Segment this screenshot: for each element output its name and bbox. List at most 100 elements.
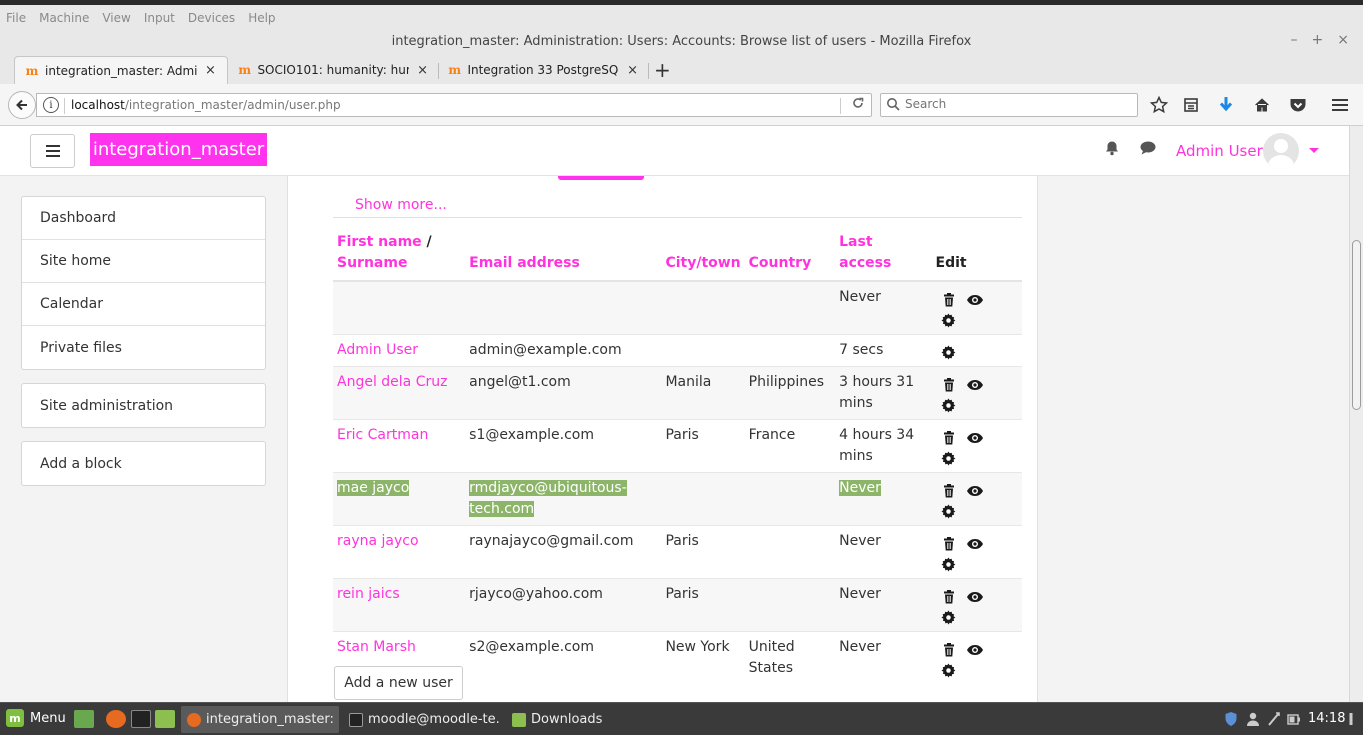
user-name-link[interactable]: Stan Marsh [337,639,416,655]
user-name-link[interactable]: Admin User [337,342,418,358]
minimize-button[interactable]: – [1291,32,1298,48]
edit-gear-icon[interactable] [936,342,962,363]
view-eye-icon[interactable] [962,289,988,310]
sidebar-item-private-files[interactable]: Private files [22,326,265,369]
vertical-scrollbar[interactable] [1349,126,1363,702]
edit-gear-icon[interactable] [936,395,962,416]
view-eye-icon[interactable] [962,533,988,554]
search-input[interactable] [905,97,1125,111]
hamburger-menu-icon[interactable] [1329,94,1351,116]
city-cell [661,334,745,367]
delete-trash-icon[interactable] [936,427,962,448]
shield-icon[interactable] [1224,711,1238,727]
sidebar-item-dashboard[interactable]: Dashboard [22,197,265,240]
battery-icon[interactable] [1286,711,1302,727]
view-eye-icon[interactable] [962,374,988,395]
start-menu-button[interactable]: m Menu [6,709,66,727]
view-eye-icon[interactable] [962,480,988,501]
edit-gear-icon[interactable] [936,607,962,628]
files-launcher-icon[interactable] [155,710,175,728]
sidebar-item-site-home[interactable]: Site home [22,240,265,283]
sidebar-item-add-a-block[interactable]: Add a block [22,442,265,485]
sort-first-name-link[interactable]: First name [337,234,422,250]
new-tab-button[interactable]: + [654,58,671,82]
delete-trash-icon[interactable] [936,374,962,395]
add-new-user-button[interactable]: Add a new user [334,666,463,700]
sidebar-item-site-administration[interactable]: Site administration [22,384,265,427]
messages-chat-icon[interactable] [1139,140,1157,156]
user-name-link[interactable]: rayna jayco [337,533,419,549]
delete-trash-icon[interactable] [936,586,962,607]
vm-menu-help[interactable]: Help [248,11,275,25]
tab-close-icon[interactable]: × [417,63,428,78]
user-name-link[interactable]: rein jaics [337,586,400,602]
vm-menu-file[interactable]: File [6,11,26,25]
url-bar[interactable]: i localhost/integration_master/admin/use… [36,93,872,117]
firefox-launcher-icon[interactable] [106,710,126,728]
edit-gear-icon[interactable] [936,448,962,469]
drawer-toggle-button[interactable] [30,134,75,168]
vm-menu-view[interactable]: View [102,11,130,25]
user-name-link[interactable]: mae jayco [337,480,410,496]
tab-close-icon[interactable]: × [627,63,638,78]
downloads-icon[interactable] [1215,94,1237,116]
show-more-link[interactable]: Show more... [355,197,447,213]
scrollbar-thumb[interactable] [1352,240,1361,410]
task-terminal[interactable]: moodle@moodle-te... [343,706,501,733]
sort-email-link[interactable]: Email address [465,228,662,282]
avatar[interactable] [1263,133,1299,169]
view-eye-icon[interactable] [962,639,988,660]
sort-country-link[interactable]: Country [744,228,836,282]
last-access-cell: Never [835,631,932,684]
show-desktop-icon[interactable] [74,710,94,728]
user-name-link[interactable]: Angel dela Cruz [337,374,447,390]
sidebar-item-calendar[interactable]: Calendar [22,283,265,326]
view-eye-icon[interactable] [962,427,988,448]
edit-gear-icon[interactable] [936,660,962,681]
edit-gear-icon[interactable] [936,310,962,331]
back-button[interactable] [8,91,36,119]
terminal-launcher-icon[interactable] [131,710,151,728]
reading-list-icon[interactable] [1180,94,1202,116]
edit-gear-icon[interactable] [936,501,962,522]
vm-menu-machine[interactable]: Machine [39,11,89,25]
pocket-icon[interactable] [1287,94,1309,116]
reload-icon[interactable] [851,96,865,110]
user-menu-name[interactable]: Admin User [1176,142,1263,160]
vm-menu-devices[interactable]: Devices [188,11,235,25]
site-info-icon[interactable]: i [43,97,59,113]
tab-separator [648,63,649,79]
close-window-button[interactable]: × [1337,32,1349,48]
user-name-link[interactable]: Eric Cartman [337,427,428,443]
shutdown-icon[interactable] [1345,711,1357,727]
task-firefox[interactable]: integration_master: ... [181,706,339,733]
tab-socio101[interactable]: m SOCIO101: humanity: huma × [228,56,438,84]
site-brand-link[interactable]: integration_master [90,133,267,166]
delete-trash-icon[interactable] [936,289,962,310]
notifications-bell-icon[interactable] [1104,140,1120,156]
add-block-block: Add a block [21,441,266,486]
sort-surname-link[interactable]: Surname [337,255,407,271]
delete-trash-icon[interactable] [936,480,962,501]
task-downloads[interactable]: Downloads [506,706,616,733]
delete-trash-icon[interactable] [936,639,962,660]
sort-city-link[interactable]: City/town [661,228,745,282]
maximize-button[interactable]: + [1312,32,1324,48]
user-menu-caret-icon[interactable] [1309,148,1319,153]
filter-button-edge[interactable] [558,176,644,180]
sort-last-access-link[interactable]: Last access [835,228,932,282]
vm-menu-input[interactable]: Input [144,11,175,25]
edit-gear-icon[interactable] [936,554,962,575]
delete-trash-icon[interactable] [936,533,962,554]
user-icon[interactable] [1246,711,1260,727]
tab-strip: m integration_master: Admini × m SOCIO10… [0,54,1363,84]
url-text[interactable]: localhost/integration_master/admin/user.… [71,98,341,112]
bookmark-star-icon[interactable] [1148,94,1170,116]
view-eye-icon[interactable] [962,586,988,607]
tab-integration-master[interactable]: m integration_master: Admini × [14,56,228,84]
tab-close-icon[interactable]: × [205,63,216,78]
search-bar[interactable] [880,93,1138,117]
network-icon[interactable] [1267,711,1281,727]
tab-integration-33[interactable]: m Integration 33 PostgreSQL × [438,56,648,84]
home-icon[interactable] [1251,94,1273,116]
